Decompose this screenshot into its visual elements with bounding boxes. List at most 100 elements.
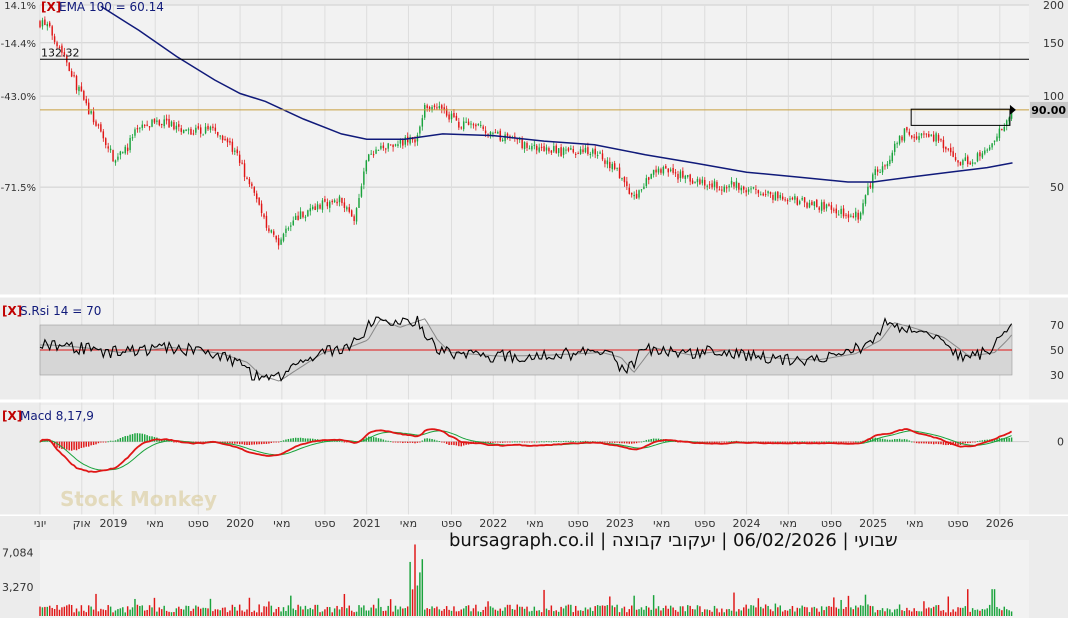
time-tick-label: יוני [34,517,46,530]
candle [290,225,292,227]
macd-histogram-bar [85,441,87,447]
macd-histogram-bar [918,441,920,444]
volume-bar [406,606,409,616]
volume-bar [382,610,385,616]
candle [996,136,998,141]
volume-bar [504,607,506,616]
volume-bar [594,606,596,616]
volume-bar [689,605,691,616]
candle [482,126,484,129]
volume-bar [268,601,270,616]
time-tick-label: ספט [568,517,589,530]
volume-bar [180,608,182,616]
macd-histogram-bar [399,441,402,443]
volume-bar [952,609,954,616]
volume-bar [385,610,387,616]
macd-histogram-bar [553,440,555,442]
candle [394,144,397,146]
volume-bar [635,609,638,616]
volume-bar [772,611,774,616]
candle [450,113,453,120]
volume-bar [426,608,428,616]
candle [265,215,268,228]
candle [932,134,935,142]
volume-bar [830,606,833,616]
volume-bar [326,606,329,616]
volume-bar [628,609,631,616]
candle [370,153,372,155]
volume-bar [414,544,416,616]
macd-histogram-bar [730,440,733,442]
volume-bar [845,607,847,616]
volume-bar [83,610,85,616]
macd-histogram-bar [789,441,791,443]
price-tick-label: 50 [1050,181,1064,194]
candle [68,62,70,71]
current-price-label: 90.00 [1031,104,1066,117]
candle [497,131,499,134]
volume-bar [932,606,935,616]
volume-bar [343,593,346,616]
candle [806,202,808,208]
candle [414,139,416,143]
macd-histogram-bar [618,441,621,444]
volume-bar [928,607,930,616]
macd-histogram-bar [567,440,570,442]
candle [224,138,226,141]
candle [443,107,445,110]
volume-bar [56,604,58,616]
candle [864,195,867,204]
candle [392,144,394,148]
volume-bar [436,606,438,616]
macd-histogram-bar [974,441,976,443]
candle [655,169,657,173]
volume-bar [70,605,73,616]
macd-histogram-bar [416,441,419,443]
candle [453,113,455,117]
volume-bar [694,609,696,616]
candle [292,220,294,226]
macd-histogram-bar [236,441,238,444]
macd-histogram-bar [611,441,613,443]
candle [557,148,560,154]
volume-bar [404,608,406,616]
volume-bar [903,611,906,616]
macd-histogram-bar [650,438,652,442]
candle [665,165,667,169]
volume-bar [872,606,874,616]
volume-bar [441,610,443,616]
volume-bar [207,608,209,616]
candle [173,122,175,130]
candle [606,160,609,165]
volume-bar [224,607,226,616]
candle [294,215,297,220]
candle [820,202,823,211]
volume-bar [777,607,779,616]
candle [903,128,906,141]
volume-bar [482,609,484,616]
volume-bar [803,606,806,616]
candle [640,189,643,191]
candle [143,124,146,126]
candle [545,147,548,151]
candle [238,154,241,163]
indicator-label: EMA 100 = 60.14 [59,0,164,14]
volume-bar [991,589,993,616]
candle [248,178,251,185]
volume-bar [711,611,713,616]
candle [163,119,165,127]
volume-bar [959,607,962,616]
macd-histogram-bar [518,441,521,443]
candle [87,102,90,115]
macd-histogram-bar [504,441,506,443]
macd-histogram-bar [716,441,718,443]
macd-histogram-bar [243,441,246,445]
volume-bar [90,606,92,616]
volume-bar [153,597,156,616]
candle [842,208,845,217]
macd-histogram-bar [139,433,141,442]
volume-bar [156,611,158,616]
volume-bar [874,612,876,616]
volume-bar [392,611,394,616]
candle [587,147,589,154]
